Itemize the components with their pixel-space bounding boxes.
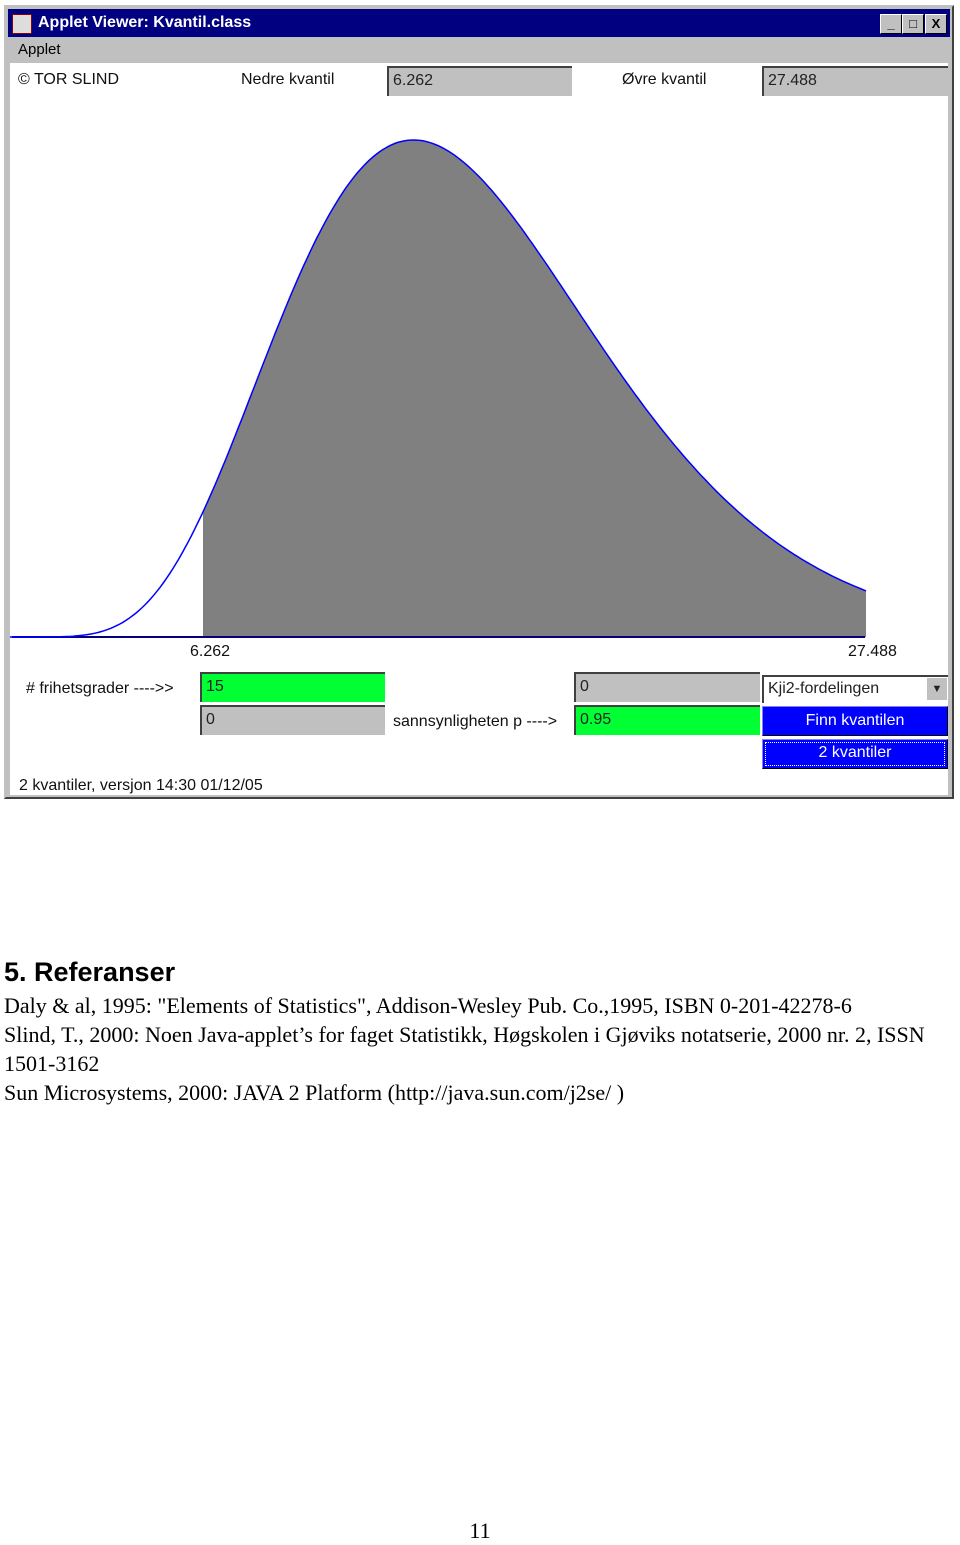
distribution-selected: Kji2-fordelingen — [768, 680, 880, 697]
two-quantiles-button[interactable]: 2 kvantiler — [762, 739, 948, 769]
minimize-button[interactable]: _ — [880, 14, 902, 34]
second-field[interactable]: 0 — [200, 705, 385, 735]
shaded-area — [203, 140, 866, 637]
status-text: 2 kvantiler, versjon 14:30 01/12/05 — [19, 777, 263, 794]
title-bar[interactable]: Applet Viewer: Kvantil.class _ □ X — [8, 9, 950, 37]
applet-viewer-window: Applet Viewer: Kvantil.class _ □ X Apple… — [4, 5, 954, 799]
reference-item: Sun Microsystems, 2000: JAVA 2 Platform … — [4, 1080, 625, 1105]
upper-quantile-label: Øvre kvantil — [622, 71, 707, 88]
document-body: 5. Referanser Daly & al, 1995: "Elements… — [4, 958, 954, 1107]
lower-quantile-field[interactable]: 6.262 — [387, 66, 572, 96]
chevron-down-icon[interactable]: ▼ — [927, 678, 947, 700]
close-button[interactable]: X — [925, 14, 947, 34]
p-label: sannsynligheten p ----> — [393, 713, 558, 730]
applet-panel: © TOR SLIND Nedre kvantil 6.262 Øvre kva… — [10, 63, 948, 795]
density-plot — [10, 139, 867, 638]
reference-item: Daly & al, 1995: "Elements of Statistics… — [4, 993, 852, 1018]
df-label: # frihetsgrader ---->> — [26, 680, 174, 697]
find-quantile-button[interactable]: Finn kvantilen — [762, 706, 948, 736]
top-right-field[interactable]: 0 — [574, 672, 760, 702]
axis-upper-label: 27.488 — [848, 643, 897, 660]
menu-bar: Applet — [8, 37, 950, 63]
java-app-icon — [12, 14, 32, 34]
menu-applet[interactable]: Applet — [18, 41, 61, 58]
maximize-button[interactable]: □ — [902, 14, 924, 34]
axis-lower-label: 6.262 — [190, 643, 231, 660]
distribution-select[interactable]: Kji2-fordelingen ▼ — [762, 675, 948, 703]
lower-quantile-label: Nedre kvantil — [241, 71, 335, 88]
section-heading: 5. Referanser — [4, 957, 176, 987]
window-title: Applet Viewer: Kvantil.class — [38, 14, 252, 31]
copyright-label: © TOR SLIND — [18, 71, 119, 88]
p-field[interactable]: 0.95 — [574, 705, 760, 735]
page-number: 11 — [469, 1518, 491, 1543]
upper-quantile-field[interactable]: 27.488 — [762, 66, 948, 96]
reference-item: Slind, T., 2000: Noen Java-applet’s for … — [4, 1022, 925, 1076]
df-field[interactable]: 15 — [200, 672, 385, 702]
